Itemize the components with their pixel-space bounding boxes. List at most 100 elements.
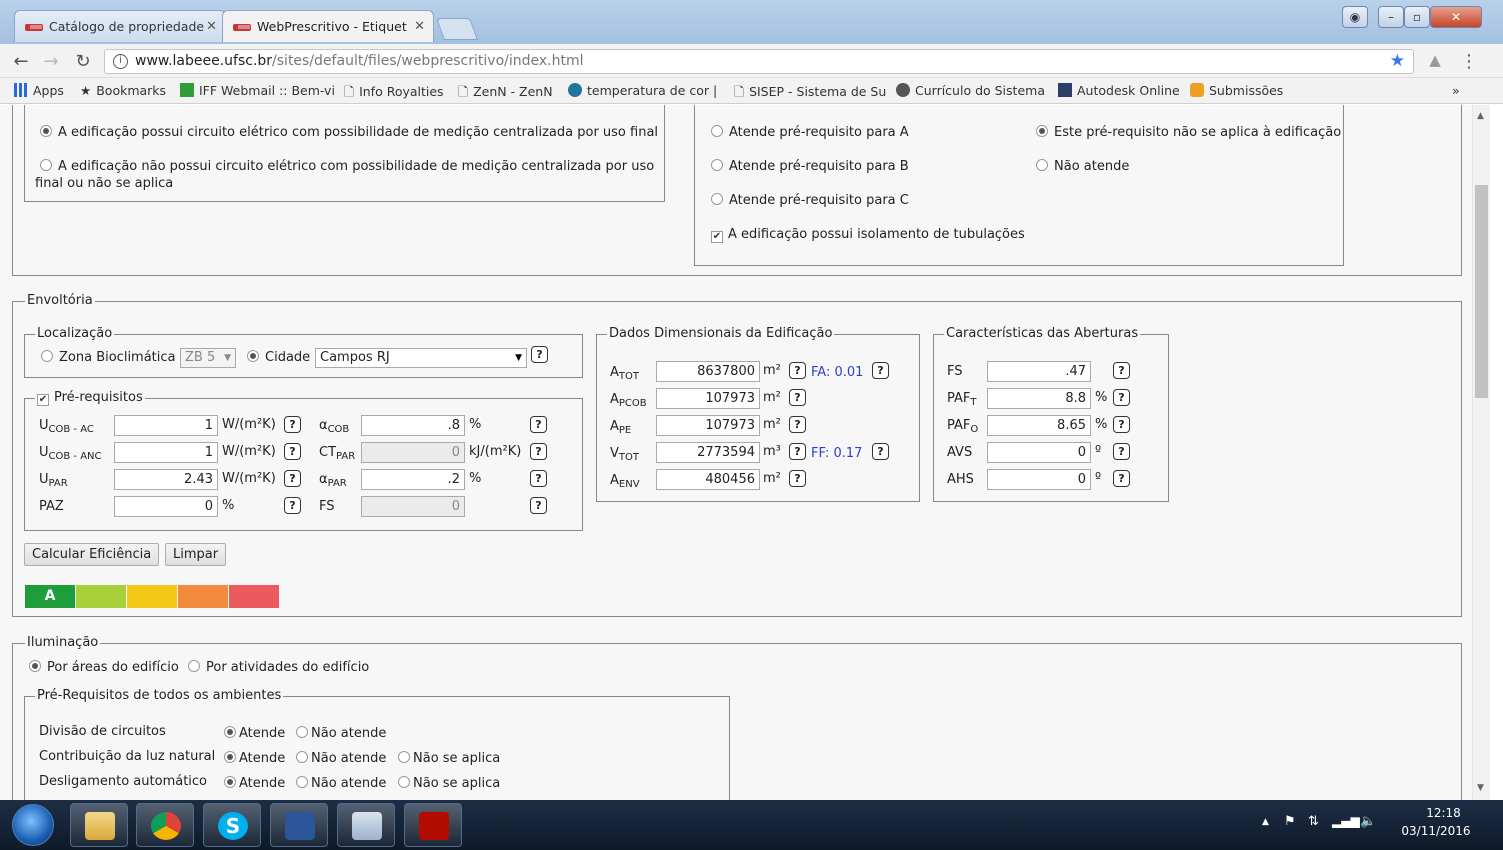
divisao-atende-option[interactable]: Atende <box>224 726 285 741</box>
paz-input[interactable]: 0 <box>114 496 218 517</box>
help-icon[interactable]: ? <box>530 416 547 433</box>
help-icon[interactable]: ? <box>284 443 301 460</box>
radio-icon[interactable] <box>188 660 200 672</box>
back-arrow-icon[interactable]: ← <box>10 51 32 72</box>
radio-icon[interactable] <box>296 751 308 763</box>
radio-icon[interactable] <box>1036 125 1048 137</box>
scroll-down-arrow-icon[interactable]: ▼ <box>1477 783 1484 793</box>
help-icon[interactable]: ? <box>530 470 547 487</box>
help-icon[interactable]: ? <box>530 443 547 460</box>
bookmarks-overflow[interactable]: » <box>1452 83 1460 98</box>
ahs-input[interactable]: 0 <box>987 469 1091 490</box>
help-icon[interactable]: ? <box>1113 470 1130 487</box>
help-icon[interactable]: ? <box>1113 389 1130 406</box>
aenv-input[interactable]: 480456 <box>656 469 760 490</box>
req-c-option[interactable]: Atende pré-requisito para C <box>711 193 909 208</box>
help-icon[interactable]: ? <box>284 470 301 487</box>
radio-icon[interactable] <box>711 159 723 171</box>
close-window-button[interactable]: ✕ <box>1430 6 1482 28</box>
bookmark-autodesk[interactable]: Autodesk Online <box>1058 83 1180 98</box>
req-a-option[interactable]: Atende pré-requisito para A <box>711 125 909 140</box>
network-icon[interactable]: ⇅ <box>1308 814 1319 829</box>
new-tab-button[interactable] <box>435 18 479 40</box>
upar-input[interactable]: 2.43 <box>114 469 218 490</box>
apar-input[interactable]: .2 <box>361 469 465 490</box>
taskbar-word[interactable] <box>270 803 328 847</box>
luz-nao-atende-option[interactable]: Não atende <box>296 751 386 766</box>
radio-icon[interactable] <box>296 726 308 738</box>
help-icon[interactable]: ? <box>872 443 889 460</box>
radio-icon[interactable] <box>224 751 236 763</box>
circuit-option-none[interactable]: A edificação não possui circuito elétric… <box>40 159 654 174</box>
cidade-select[interactable]: Campos RJ ▼ <box>315 348 527 368</box>
req-na-option[interactable]: Este pré-requisito não se aplica à edifi… <box>1036 125 1341 140</box>
help-icon[interactable]: ? <box>789 362 806 379</box>
ape-input[interactable]: 107973 <box>656 415 760 436</box>
radio-icon[interactable] <box>224 776 236 788</box>
bookmark-curriculo[interactable]: Currículo do Sistema <box>896 83 1045 98</box>
vtot-input[interactable]: 2773594 <box>656 442 760 463</box>
radio-icon[interactable] <box>711 125 723 137</box>
ucob-anc-input[interactable]: 1 <box>114 442 218 463</box>
bookmark-iff[interactable]: IFF Webmail :: Bem-vi <box>180 83 335 98</box>
forward-arrow-icon[interactable]: → <box>40 51 62 72</box>
ucob-ac-input[interactable]: 1 <box>114 415 218 436</box>
limpar-button[interactable]: Limpar <box>165 543 227 566</box>
taskbar-skype[interactable]: S <box>203 803 261 847</box>
radio-icon[interactable] <box>29 660 41 672</box>
ilum-atividades-option[interactable]: Por atividades do edifício <box>188 660 369 675</box>
radio-icon[interactable] <box>40 159 52 171</box>
acob-input[interactable]: .8 <box>361 415 465 436</box>
circuit-option-centralized[interactable]: A edificação possui circuito elétrico co… <box>40 125 658 140</box>
zona-bioclimatica-option[interactable]: Zona Bioclimática <box>41 350 176 365</box>
checkbox-checked-icon[interactable]: ✔ <box>711 231 723 243</box>
vertical-scrollbar[interactable]: ▲ ▼ <box>1472 105 1490 800</box>
desl-atende-option[interactable]: Atende <box>224 776 285 791</box>
scrollbar-thumb[interactable] <box>1475 185 1488 398</box>
menu-dots-icon[interactable]: ⋮ <box>1458 51 1480 72</box>
help-icon[interactable]: ? <box>789 389 806 406</box>
user-icon[interactable]: ◉ <box>1342 6 1368 28</box>
calcular-eficiencia-button[interactable]: Calcular Eficiência <box>24 543 160 566</box>
reload-icon[interactable]: ↻ <box>72 51 94 72</box>
req-b-option[interactable]: Atende pré-requisito para B <box>711 159 909 174</box>
help-icon[interactable]: ? <box>789 416 806 433</box>
help-icon[interactable]: ? <box>530 497 547 514</box>
help-icon[interactable]: ? <box>789 470 806 487</box>
action-center-flag-icon[interactable]: ⚑ <box>1284 814 1296 829</box>
help-icon[interactable]: ? <box>789 443 806 460</box>
maximize-button[interactable]: ▫ <box>1404 6 1430 28</box>
tab-catalogo[interactable]: Catálogo de propriedade ✕ <box>14 10 226 42</box>
close-tab-icon[interactable]: ✕ <box>206 11 217 43</box>
radio-icon[interactable] <box>224 726 236 738</box>
cidade-option[interactable]: Cidade <box>247 350 310 365</box>
taskbar-explorer[interactable] <box>70 803 128 847</box>
tab-webprescritivo[interactable]: WebPrescritivo - Etiquet ✕ <box>222 10 434 42</box>
help-icon[interactable]: ? <box>284 497 301 514</box>
info-icon[interactable]: i <box>113 54 128 69</box>
scroll-up-arrow-icon[interactable]: ▲ <box>1477 111 1484 121</box>
bookmark-star-icon[interactable]: ★ <box>1390 50 1405 73</box>
apcob-input[interactable]: 107973 <box>656 388 760 409</box>
bookmark-submissoes[interactable]: Submissões <box>1190 83 1283 98</box>
taskbar-chrome[interactable] <box>136 803 194 847</box>
windows-start-icon[interactable] <box>12 804 54 846</box>
bookmark-sisep[interactable]: 🗋 SISEP - Sistema de Su <box>734 83 886 104</box>
radio-icon[interactable] <box>247 350 259 362</box>
taskbar-calculator[interactable] <box>337 803 395 847</box>
help-icon[interactable]: ? <box>284 416 301 433</box>
clock-date[interactable]: 03/11/2016 <box>1396 824 1476 838</box>
req-no-option[interactable]: Não atende <box>1036 159 1129 174</box>
ab-fs-input[interactable]: .47 <box>987 361 1091 382</box>
clock-time[interactable]: 12:18 <box>1416 806 1471 820</box>
tray-expand-icon[interactable]: ▲ <box>1262 817 1269 827</box>
extension-icon[interactable]: ▲ <box>1424 51 1446 69</box>
desl-nao-atende-option[interactable]: Não atende <box>296 776 386 791</box>
volume-icon[interactable]: 🔈 <box>1360 814 1376 829</box>
atot-input[interactable]: 8637800 <box>656 361 760 382</box>
bookmark-temperatura[interactable]: temperatura de cor | <box>568 83 717 98</box>
ilum-areas-option[interactable]: Por áreas do edifício <box>29 660 179 675</box>
radio-icon[interactable] <box>398 751 410 763</box>
help-icon[interactable]: ? <box>872 362 889 379</box>
prerequisitos-legend[interactable]: ✔ Pré-requisitos <box>35 390 145 406</box>
